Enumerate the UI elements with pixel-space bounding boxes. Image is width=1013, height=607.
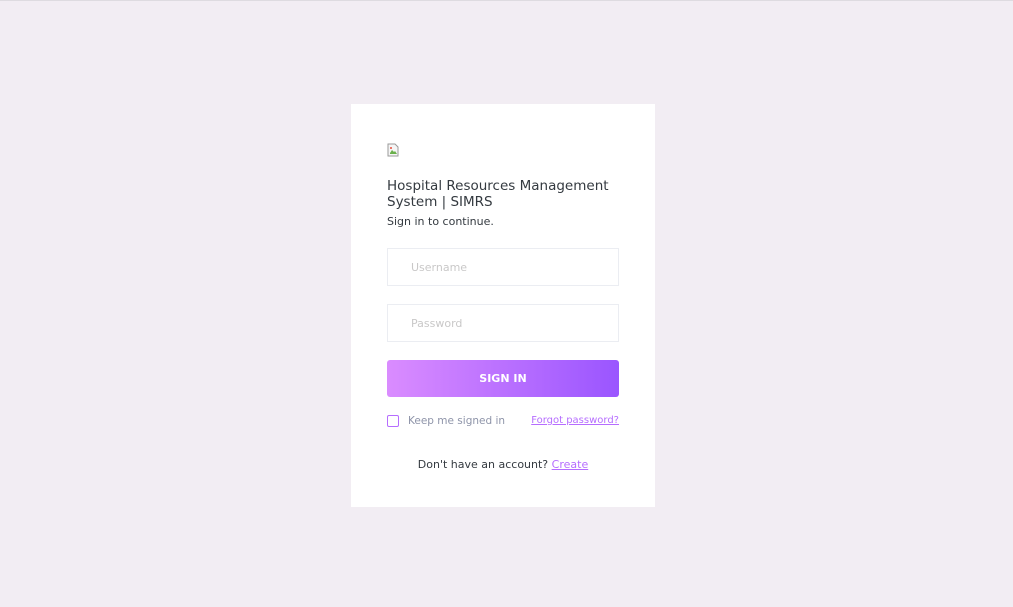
page-top-border: [0, 0, 1013, 1]
forgot-password-link[interactable]: Forgot password?: [531, 415, 619, 426]
create-account-link[interactable]: Create: [552, 458, 589, 471]
username-input[interactable]: [387, 248, 619, 286]
sign-in-button[interactable]: SIGN IN: [387, 360, 619, 397]
app-title: Hospital Resources Management System | S…: [387, 178, 609, 210]
keep-signed-in-checkbox[interactable]: [387, 415, 399, 427]
keep-signed-in-label: Keep me signed in: [408, 415, 506, 427]
broken-image-icon: [387, 142, 399, 157]
app-subtitle: Sign in to continue.: [387, 215, 494, 228]
login-card: Hospital Resources Management System | S…: [351, 104, 655, 507]
create-account-row: Don't have an account? Create: [351, 458, 655, 471]
password-input[interactable]: [387, 304, 619, 342]
no-account-text: Don't have an account?: [417, 458, 549, 471]
